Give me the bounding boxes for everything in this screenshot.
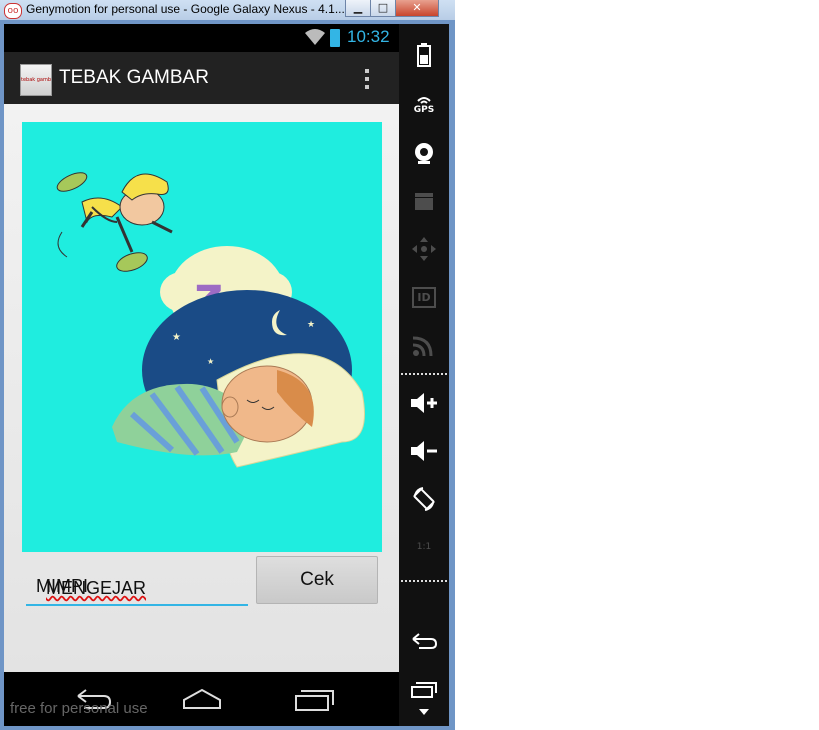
app-title: TEBAK GAMBAR — [59, 67, 209, 88]
svg-text:★: ★ — [172, 332, 181, 343]
rotate-icon[interactable] — [409, 484, 439, 514]
genymotion-icon: oo — [4, 3, 22, 19]
video-icon[interactable] — [409, 186, 439, 216]
id-icon[interactable]: ID — [409, 282, 439, 312]
answer-word-misspelled: MENGEJAR — [46, 578, 147, 598]
puzzle-picture: z ★ ★ ★ — [22, 122, 382, 552]
scale-label: 1:1 — [416, 542, 432, 552]
dpad-icon[interactable] — [409, 234, 439, 264]
navigation-bar: free for personal use — [4, 672, 399, 726]
app-logo[interactable]: tebak gambar — [20, 64, 52, 96]
status-bar: 10:32 — [4, 24, 399, 52]
status-time: 10:32 — [347, 27, 390, 46]
gps-icon[interactable]: GPS — [409, 90, 439, 120]
window-title: Genymotion for personal use - Google Gal… — [26, 2, 345, 16]
overflow-menu-icon[interactable] — [362, 66, 372, 92]
home-icon[interactable] — [180, 684, 224, 714]
back-icon[interactable] — [409, 626, 439, 656]
wifi-icon — [304, 28, 326, 50]
close-button[interactable]: ✕ — [395, 0, 439, 17]
running-boy-figure — [56, 172, 173, 272]
action-bar: tebak gambar TEBAK GAMBAR — [4, 52, 399, 104]
answer-input[interactable]: MENGEJAR MIMPI — [26, 574, 248, 606]
scale-icon[interactable]: 1:1 — [409, 532, 439, 562]
minimize-button[interactable]: ▁ — [345, 0, 371, 17]
svg-text:★: ★ — [307, 320, 315, 330]
camera-icon[interactable] — [409, 138, 439, 168]
android-screen: 10:32 tebak gambar TEBAK GAMBAR — [4, 24, 399, 726]
battery-icon[interactable] — [409, 40, 439, 70]
watermark-text: free for personal use — [10, 700, 148, 717]
svg-text:★: ★ — [207, 357, 214, 366]
recent-apps-icon[interactable] — [292, 684, 336, 714]
window-titlebar[interactable]: oo Genymotion for personal use - Google … — [0, 0, 455, 20]
toolbar-divider — [401, 580, 447, 582]
emulator-side-toolbar: GPS ID 1:1 — [399, 24, 449, 726]
answer-text: MENGEJAR MIMPI — [36, 576, 146, 598]
volume-up-icon[interactable] — [409, 388, 439, 418]
gps-label: GPS — [413, 105, 435, 115]
cast-icon[interactable] — [409, 330, 439, 360]
check-button[interactable]: Cek — [256, 556, 378, 604]
more-icon[interactable] — [409, 704, 439, 720]
toolbar-divider — [401, 373, 447, 375]
volume-down-icon[interactable] — [409, 436, 439, 466]
sleeping-boy-dream-illustration: z ★ ★ ★ — [56, 172, 365, 468]
battery-charging-icon — [330, 29, 340, 47]
main-content: z ★ ★ ★ MENGEJAR MIMPI Cek — [4, 104, 399, 672]
maximize-button[interactable]: □ — [370, 0, 396, 17]
id-label: ID — [412, 286, 436, 308]
recent-apps-icon[interactable] — [409, 674, 439, 704]
emulator-window: oo Genymotion for personal use - Google … — [0, 0, 455, 730]
